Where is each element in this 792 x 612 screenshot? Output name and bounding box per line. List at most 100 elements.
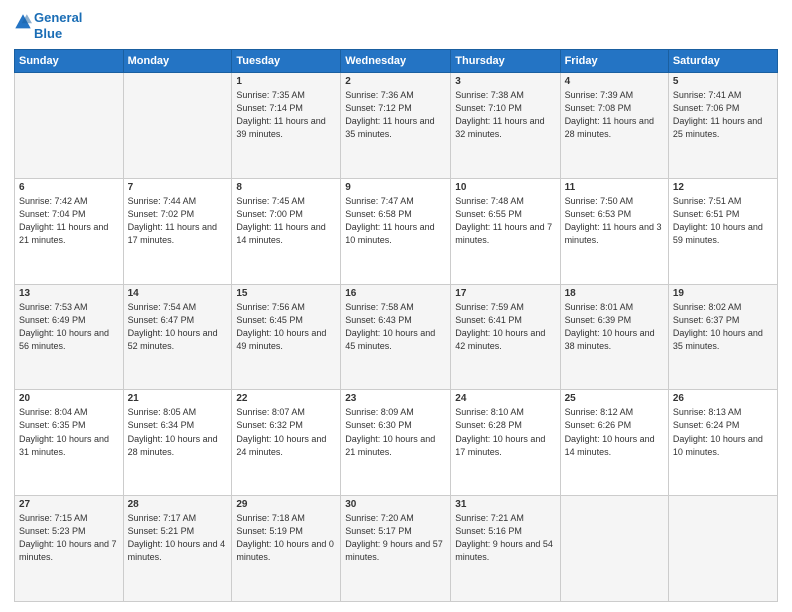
weekday-header: Sunday	[15, 50, 124, 73]
calendar-cell: 10 Sunrise: 7:48 AM Sunset: 6:55 PM Dayli…	[451, 178, 560, 284]
day-info: Sunrise: 7:47 AM Sunset: 6:58 PM Dayligh…	[345, 195, 446, 247]
calendar-cell: 6Sunrise: 7:42 AM Sunset: 7:04 PM Daylig…	[15, 178, 124, 284]
day-info: Sunrise: 7:17 AM Sunset: 5:21 PM Dayligh…	[128, 512, 228, 564]
day-number: 14	[128, 288, 228, 299]
calendar-cell: 11 Sunrise: 7:50 AM Sunset: 6:53 PM Dayli…	[560, 178, 668, 284]
day-info: Sunrise: 7:36 AM Sunset: 7:12 PM Dayligh…	[345, 89, 446, 141]
logo-icon	[14, 13, 32, 31]
calendar-cell	[15, 73, 124, 179]
day-info: Sunrise: 7:39 AM Sunset: 7:08 PM Dayligh…	[565, 89, 664, 141]
day-number: 25	[565, 393, 664, 404]
day-number: 8	[236, 182, 336, 193]
day-number: 13	[19, 288, 119, 299]
day-number: 12	[673, 182, 773, 193]
day-number: 20	[19, 393, 119, 404]
day-number: 17	[455, 288, 555, 299]
logo: General Blue	[14, 10, 82, 41]
calendar-cell: 3 Sunrise: 7:38 AM Sunset: 7:10 PM Daylig…	[451, 73, 560, 179]
day-number: 18	[565, 288, 664, 299]
day-info: Sunrise: 8:04 AM Sunset: 6:35 PM Dayligh…	[19, 406, 119, 458]
calendar-cell: 12 Sunrise: 7:51 AM Sunset: 6:51 PM Dayli…	[668, 178, 777, 284]
day-info: Sunrise: 7:58 AM Sunset: 6:43 PM Dayligh…	[345, 301, 446, 353]
day-info: Sunrise: 7:44 AM Sunset: 7:02 PM Dayligh…	[128, 195, 228, 247]
calendar-table: SundayMondayTuesdayWednesdayThursdayFrid…	[14, 49, 778, 602]
day-info: Sunrise: 7:21 AM Sunset: 5:16 PM Dayligh…	[455, 512, 555, 564]
day-number: 7	[128, 182, 228, 193]
calendar-cell: 29 Sunrise: 7:18 AM Sunset: 5:19 PM Dayli…	[232, 496, 341, 602]
day-number: 15	[236, 288, 336, 299]
calendar-cell: 14 Sunrise: 7:54 AM Sunset: 6:47 PM Dayli…	[123, 284, 232, 390]
calendar-cell	[668, 496, 777, 602]
calendar-cell: 9 Sunrise: 7:47 AM Sunset: 6:58 PM Daylig…	[341, 178, 451, 284]
day-info: Sunrise: 8:05 AM Sunset: 6:34 PM Dayligh…	[128, 406, 228, 458]
weekday-header: Friday	[560, 50, 668, 73]
day-number: 11	[565, 182, 664, 193]
day-number: 10	[455, 182, 555, 193]
calendar-cell: 13 Sunrise: 7:53 AM Sunset: 6:49 PM Dayli…	[15, 284, 124, 390]
day-info: Sunrise: 8:12 AM Sunset: 6:26 PM Dayligh…	[565, 406, 664, 458]
calendar-cell: 1 Sunrise: 7:35 AM Sunset: 7:14 PM Daylig…	[232, 73, 341, 179]
day-info: Sunrise: 7:51 AM Sunset: 6:51 PM Dayligh…	[673, 195, 773, 247]
day-info: Sunrise: 7:15 AM Sunset: 5:23 PM Dayligh…	[19, 512, 119, 564]
day-info: Sunrise: 7:54 AM Sunset: 6:47 PM Dayligh…	[128, 301, 228, 353]
weekday-header: Monday	[123, 50, 232, 73]
calendar-cell: 23 Sunrise: 8:09 AM Sunset: 6:30 PM Dayli…	[341, 390, 451, 496]
day-number: 3	[455, 76, 555, 87]
day-number: 28	[128, 499, 228, 510]
day-info: Sunrise: 8:07 AM Sunset: 6:32 PM Dayligh…	[236, 406, 336, 458]
calendar-cell: 19 Sunrise: 8:02 AM Sunset: 6:37 PM Dayli…	[668, 284, 777, 390]
day-info: Sunrise: 7:48 AM Sunset: 6:55 PM Dayligh…	[455, 195, 555, 247]
day-info: Sunrise: 7:35 AM Sunset: 7:14 PM Dayligh…	[236, 89, 336, 141]
day-info: Sunrise: 7:59 AM Sunset: 6:41 PM Dayligh…	[455, 301, 555, 353]
day-info: Sunrise: 8:01 AM Sunset: 6:39 PM Dayligh…	[565, 301, 664, 353]
day-info: Sunrise: 8:10 AM Sunset: 6:28 PM Dayligh…	[455, 406, 555, 458]
calendar-cell: 5 Sunrise: 7:41 AM Sunset: 7:06 PM Daylig…	[668, 73, 777, 179]
weekday-header: Saturday	[668, 50, 777, 73]
day-number: 23	[345, 393, 446, 404]
weekday-header: Thursday	[451, 50, 560, 73]
calendar-cell: 26 Sunrise: 8:13 AM Sunset: 6:24 PM Dayli…	[668, 390, 777, 496]
calendar-cell: 27 Sunrise: 7:15 AM Sunset: 5:23 PM Dayli…	[15, 496, 124, 602]
day-number: 16	[345, 288, 446, 299]
calendar-cell: 22 Sunrise: 8:07 AM Sunset: 6:32 PM Dayli…	[232, 390, 341, 496]
calendar-cell: 17 Sunrise: 7:59 AM Sunset: 6:41 PM Dayli…	[451, 284, 560, 390]
day-number: 27	[19, 499, 119, 510]
calendar-cell	[560, 496, 668, 602]
calendar-cell: 18 Sunrise: 8:01 AM Sunset: 6:39 PM Dayli…	[560, 284, 668, 390]
day-number: 1	[236, 76, 336, 87]
day-info: Sunrise: 7:56 AM Sunset: 6:45 PM Dayligh…	[236, 301, 336, 353]
day-number: 2	[345, 76, 446, 87]
day-number: 29	[236, 499, 336, 510]
day-info: Sunrise: 7:42 AM Sunset: 7:04 PM Dayligh…	[19, 195, 119, 247]
calendar-cell: 31Sunrise: 7:21 AM Sunset: 5:16 PM Dayli…	[451, 496, 560, 602]
calendar-cell: 25 Sunrise: 8:12 AM Sunset: 6:26 PM Dayli…	[560, 390, 668, 496]
calendar-cell: 7 Sunrise: 7:44 AM Sunset: 7:02 PM Daylig…	[123, 178, 232, 284]
day-info: Sunrise: 7:53 AM Sunset: 6:49 PM Dayligh…	[19, 301, 119, 353]
calendar-cell: 2 Sunrise: 7:36 AM Sunset: 7:12 PM Daylig…	[341, 73, 451, 179]
calendar-cell: 20 Sunrise: 8:04 AM Sunset: 6:35 PM Dayli…	[15, 390, 124, 496]
day-info: Sunrise: 7:41 AM Sunset: 7:06 PM Dayligh…	[673, 89, 773, 141]
calendar-cell: 21 Sunrise: 8:05 AM Sunset: 6:34 PM Dayli…	[123, 390, 232, 496]
day-number: 5	[673, 76, 773, 87]
day-number: 24	[455, 393, 555, 404]
day-info: Sunrise: 7:50 AM Sunset: 6:53 PM Dayligh…	[565, 195, 664, 247]
day-info: Sunrise: 7:18 AM Sunset: 5:19 PM Dayligh…	[236, 512, 336, 564]
day-number: 19	[673, 288, 773, 299]
day-info: Sunrise: 7:20 AM Sunset: 5:17 PM Dayligh…	[345, 512, 446, 564]
day-number: 21	[128, 393, 228, 404]
day-number: 22	[236, 393, 336, 404]
calendar-cell: 28 Sunrise: 7:17 AM Sunset: 5:21 PM Dayli…	[123, 496, 232, 602]
day-info: Sunrise: 8:09 AM Sunset: 6:30 PM Dayligh…	[345, 406, 446, 458]
day-number: 9	[345, 182, 446, 193]
day-number: 26	[673, 393, 773, 404]
calendar-cell	[123, 73, 232, 179]
day-info: Sunrise: 8:13 AM Sunset: 6:24 PM Dayligh…	[673, 406, 773, 458]
calendar-cell: 16 Sunrise: 7:58 AM Sunset: 6:43 PM Dayli…	[341, 284, 451, 390]
day-info: Sunrise: 7:38 AM Sunset: 7:10 PM Dayligh…	[455, 89, 555, 141]
day-info: Sunrise: 8:02 AM Sunset: 6:37 PM Dayligh…	[673, 301, 773, 353]
weekday-header: Wednesday	[341, 50, 451, 73]
header: General Blue	[14, 10, 778, 41]
calendar-cell: 15 Sunrise: 7:56 AM Sunset: 6:45 PM Dayli…	[232, 284, 341, 390]
calendar-cell: 4Sunrise: 7:39 AM Sunset: 7:08 PM Daylig…	[560, 73, 668, 179]
calendar-cell: 8Sunrise: 7:45 AM Sunset: 7:00 PM Daylig…	[232, 178, 341, 284]
